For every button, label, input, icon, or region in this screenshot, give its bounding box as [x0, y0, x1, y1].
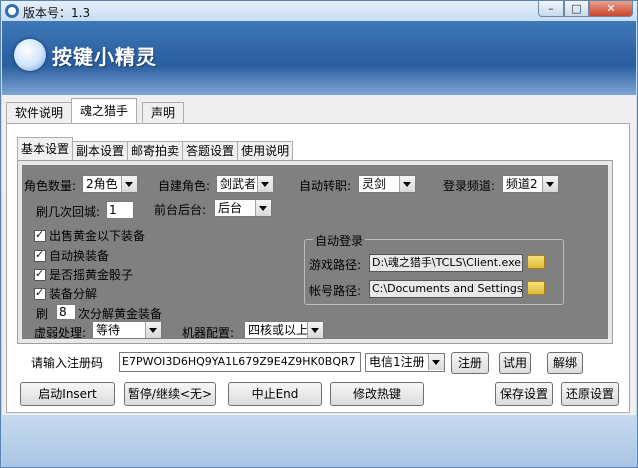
- change-hotkey-button[interactable]: 修改热键: [330, 382, 424, 406]
- chevron-down-icon: [121, 176, 137, 192]
- roll-gold-dice-label: 是否摇黄金骰子: [49, 268, 134, 282]
- action-buttons: 启动Insert 暂停/继续<无> 中止End 修改热键 保存设置 还原设置: [17, 380, 621, 410]
- front-back-select[interactable]: 后台: [214, 199, 272, 217]
- basic-settings-panel: 角色数量: 2角色 自建角色: 剑武者 自动转职: 灵剑 登录频道: 频道2 刷…: [17, 160, 613, 344]
- weak-handling-value: 等待: [96, 323, 121, 337]
- tab-statement[interactable]: 声明: [142, 102, 185, 123]
- refresh-prefix: 刷: [36, 307, 49, 321]
- folder-icon[interactable]: [527, 281, 545, 295]
- top-tab-strip: 软件说明 魂之猎手 声明: [2, 98, 185, 123]
- checkbox-checked-icon: [34, 248, 46, 262]
- game-path-field[interactable]: D:\魂之猎手\TCLS\Client.exe: [369, 254, 523, 272]
- restore-settings-button[interactable]: 还原设置: [561, 382, 619, 406]
- save-settings-button[interactable]: 保存设置: [495, 382, 553, 406]
- refresh-city-input[interactable]: 1: [106, 201, 134, 219]
- tab-usage-guide[interactable]: 使用说明: [237, 141, 294, 160]
- weak-handling-label: 虚弱处理:: [34, 326, 87, 340]
- tab-mail-auction[interactable]: 邮寄拍卖: [127, 141, 184, 160]
- build-char-label: 自建角色:: [158, 179, 211, 193]
- chevron-down-icon: [257, 176, 273, 192]
- carrier-select[interactable]: 电信1注册: [365, 353, 445, 372]
- tab-quiz-settings[interactable]: 答题设置: [182, 141, 239, 160]
- account-path-label: 帐号路径:: [309, 284, 362, 298]
- content-area: 软件说明 魂之猎手 声明 基本设置 副本设置 邮寄拍卖 答题设置 使用说明 角色…: [2, 95, 636, 415]
- login-channel-value: 频道2: [506, 177, 538, 191]
- checkbox-checked-icon: [34, 286, 46, 300]
- chevron-down-icon: [307, 322, 323, 338]
- refresh-suffix: 次分解黄金装备: [78, 307, 163, 321]
- sub-tab-strip: 基本设置 副本设置 邮寄拍卖 答题设置 使用说明: [17, 137, 294, 160]
- tab-dungeon-settings[interactable]: 副本设置: [72, 141, 129, 160]
- chevron-down-icon: [255, 200, 271, 216]
- unbind-button[interactable]: 解绑: [547, 352, 583, 374]
- auto-job-value: 灵剑: [362, 177, 387, 191]
- start-button[interactable]: 启动Insert: [20, 382, 115, 406]
- decompose-equip-checkbox[interactable]: 装备分解: [34, 285, 97, 302]
- checkbox-checked-icon: [34, 267, 46, 281]
- auto-login-group: 自动登录 游戏路径: D:\魂之猎手\TCLS\Client.exe 帐号路径:…: [304, 232, 564, 305]
- login-channel-select[interactable]: 频道2: [502, 175, 559, 193]
- settings-area: 角色数量: 2角色 自建角色: 剑武者 自动转职: 灵剑 登录频道: 频道2 刷…: [22, 165, 608, 340]
- folder-icon[interactable]: [527, 255, 545, 269]
- char-count-value: 2角色: [86, 177, 118, 191]
- logo-icon: [14, 39, 46, 71]
- trial-button[interactable]: 试用: [499, 352, 531, 374]
- machine-config-value: 四核或以上: [248, 323, 309, 337]
- window-title: 版本号：1.3: [23, 6, 91, 20]
- registration-row: 请输入注册码 E7PWOI3D6HQ9YA1L679Z9E4Z9HK0BQR7 …: [17, 348, 621, 376]
- char-count-label: 角色数量:: [24, 179, 77, 193]
- register-button[interactable]: 注册: [451, 352, 489, 374]
- tab-basic-settings[interactable]: 基本设置: [17, 137, 74, 160]
- tab-panel: 基本设置 副本设置 邮寄拍卖 答题设置 使用说明 角色数量: 2角色 自建角色:…: [6, 123, 630, 413]
- registration-code-input[interactable]: E7PWOI3D6HQ9YA1L679Z9E4Z9HK0BQR7: [119, 352, 361, 372]
- carrier-value: 电信1注册: [369, 355, 425, 369]
- auto-login-title: 自动登录: [313, 232, 366, 249]
- account-path-field[interactable]: C:\Documents and Settings\Adr: [369, 280, 523, 298]
- sell-below-gold-label: 出售黄金以下装备: [49, 229, 146, 243]
- weak-handling-select[interactable]: 等待: [92, 321, 162, 339]
- game-path-label: 游戏路径:: [309, 258, 362, 272]
- chevron-down-icon: [399, 176, 415, 192]
- machine-config-label: 机器配置:: [182, 326, 235, 340]
- app-banner: 按键小精灵: [2, 21, 636, 95]
- tab-soul-hunter[interactable]: 魂之猎手: [71, 98, 138, 123]
- roll-gold-dice-checkbox[interactable]: 是否摇黄金骰子: [34, 266, 133, 283]
- front-back-label: 前台后台:: [154, 203, 207, 217]
- refresh-city-label: 刷几次回城:: [36, 205, 101, 219]
- registration-label: 请输入注册码: [31, 356, 104, 370]
- auto-equip-checkbox[interactable]: 自动换装备: [34, 247, 109, 264]
- app-logo-text: 按键小精灵: [52, 45, 157, 69]
- window-controls: – □ ✕: [538, 1, 633, 17]
- bottom-bar: [2, 415, 636, 467]
- app-icon: [5, 4, 19, 18]
- pause-resume-button[interactable]: 暂停/继续<无>: [124, 382, 216, 406]
- build-char-select[interactable]: 剑武者: [216, 175, 274, 193]
- tab-software-info[interactable]: 软件说明: [6, 102, 73, 123]
- chevron-down-icon: [428, 354, 444, 370]
- auto-equip-label: 自动换装备: [49, 249, 110, 263]
- machine-config-select[interactable]: 四核或以上: [244, 321, 324, 339]
- close-button[interactable]: ✕: [589, 1, 633, 17]
- checkbox-checked-icon: [34, 228, 46, 242]
- chevron-down-icon: [542, 176, 558, 192]
- auto-job-label: 自动转职:: [299, 179, 352, 193]
- minimize-button[interactable]: –: [538, 1, 564, 17]
- auto-job-select[interactable]: 灵剑: [358, 175, 416, 193]
- decompose-equip-label: 装备分解: [49, 287, 98, 301]
- chevron-down-icon: [145, 322, 161, 338]
- sell-below-gold-checkbox[interactable]: 出售黄金以下装备: [34, 227, 145, 244]
- front-back-value: 后台: [218, 201, 243, 215]
- main-window: 版本号：1.3 – □ ✕ 按键小精灵 软件说明 魂之猎手 声明 基本设置 副本…: [0, 0, 638, 468]
- maximize-button[interactable]: □: [564, 1, 589, 17]
- login-channel-label: 登录频道:: [443, 179, 496, 193]
- decompose-count-input[interactable]: 8: [56, 304, 76, 320]
- char-count-select[interactable]: 2角色: [82, 175, 138, 193]
- build-char-value: 剑武者: [220, 177, 257, 191]
- title-bar: 版本号：1.3 – □ ✕: [1, 1, 637, 21]
- stop-button[interactable]: 中止End: [228, 382, 322, 406]
